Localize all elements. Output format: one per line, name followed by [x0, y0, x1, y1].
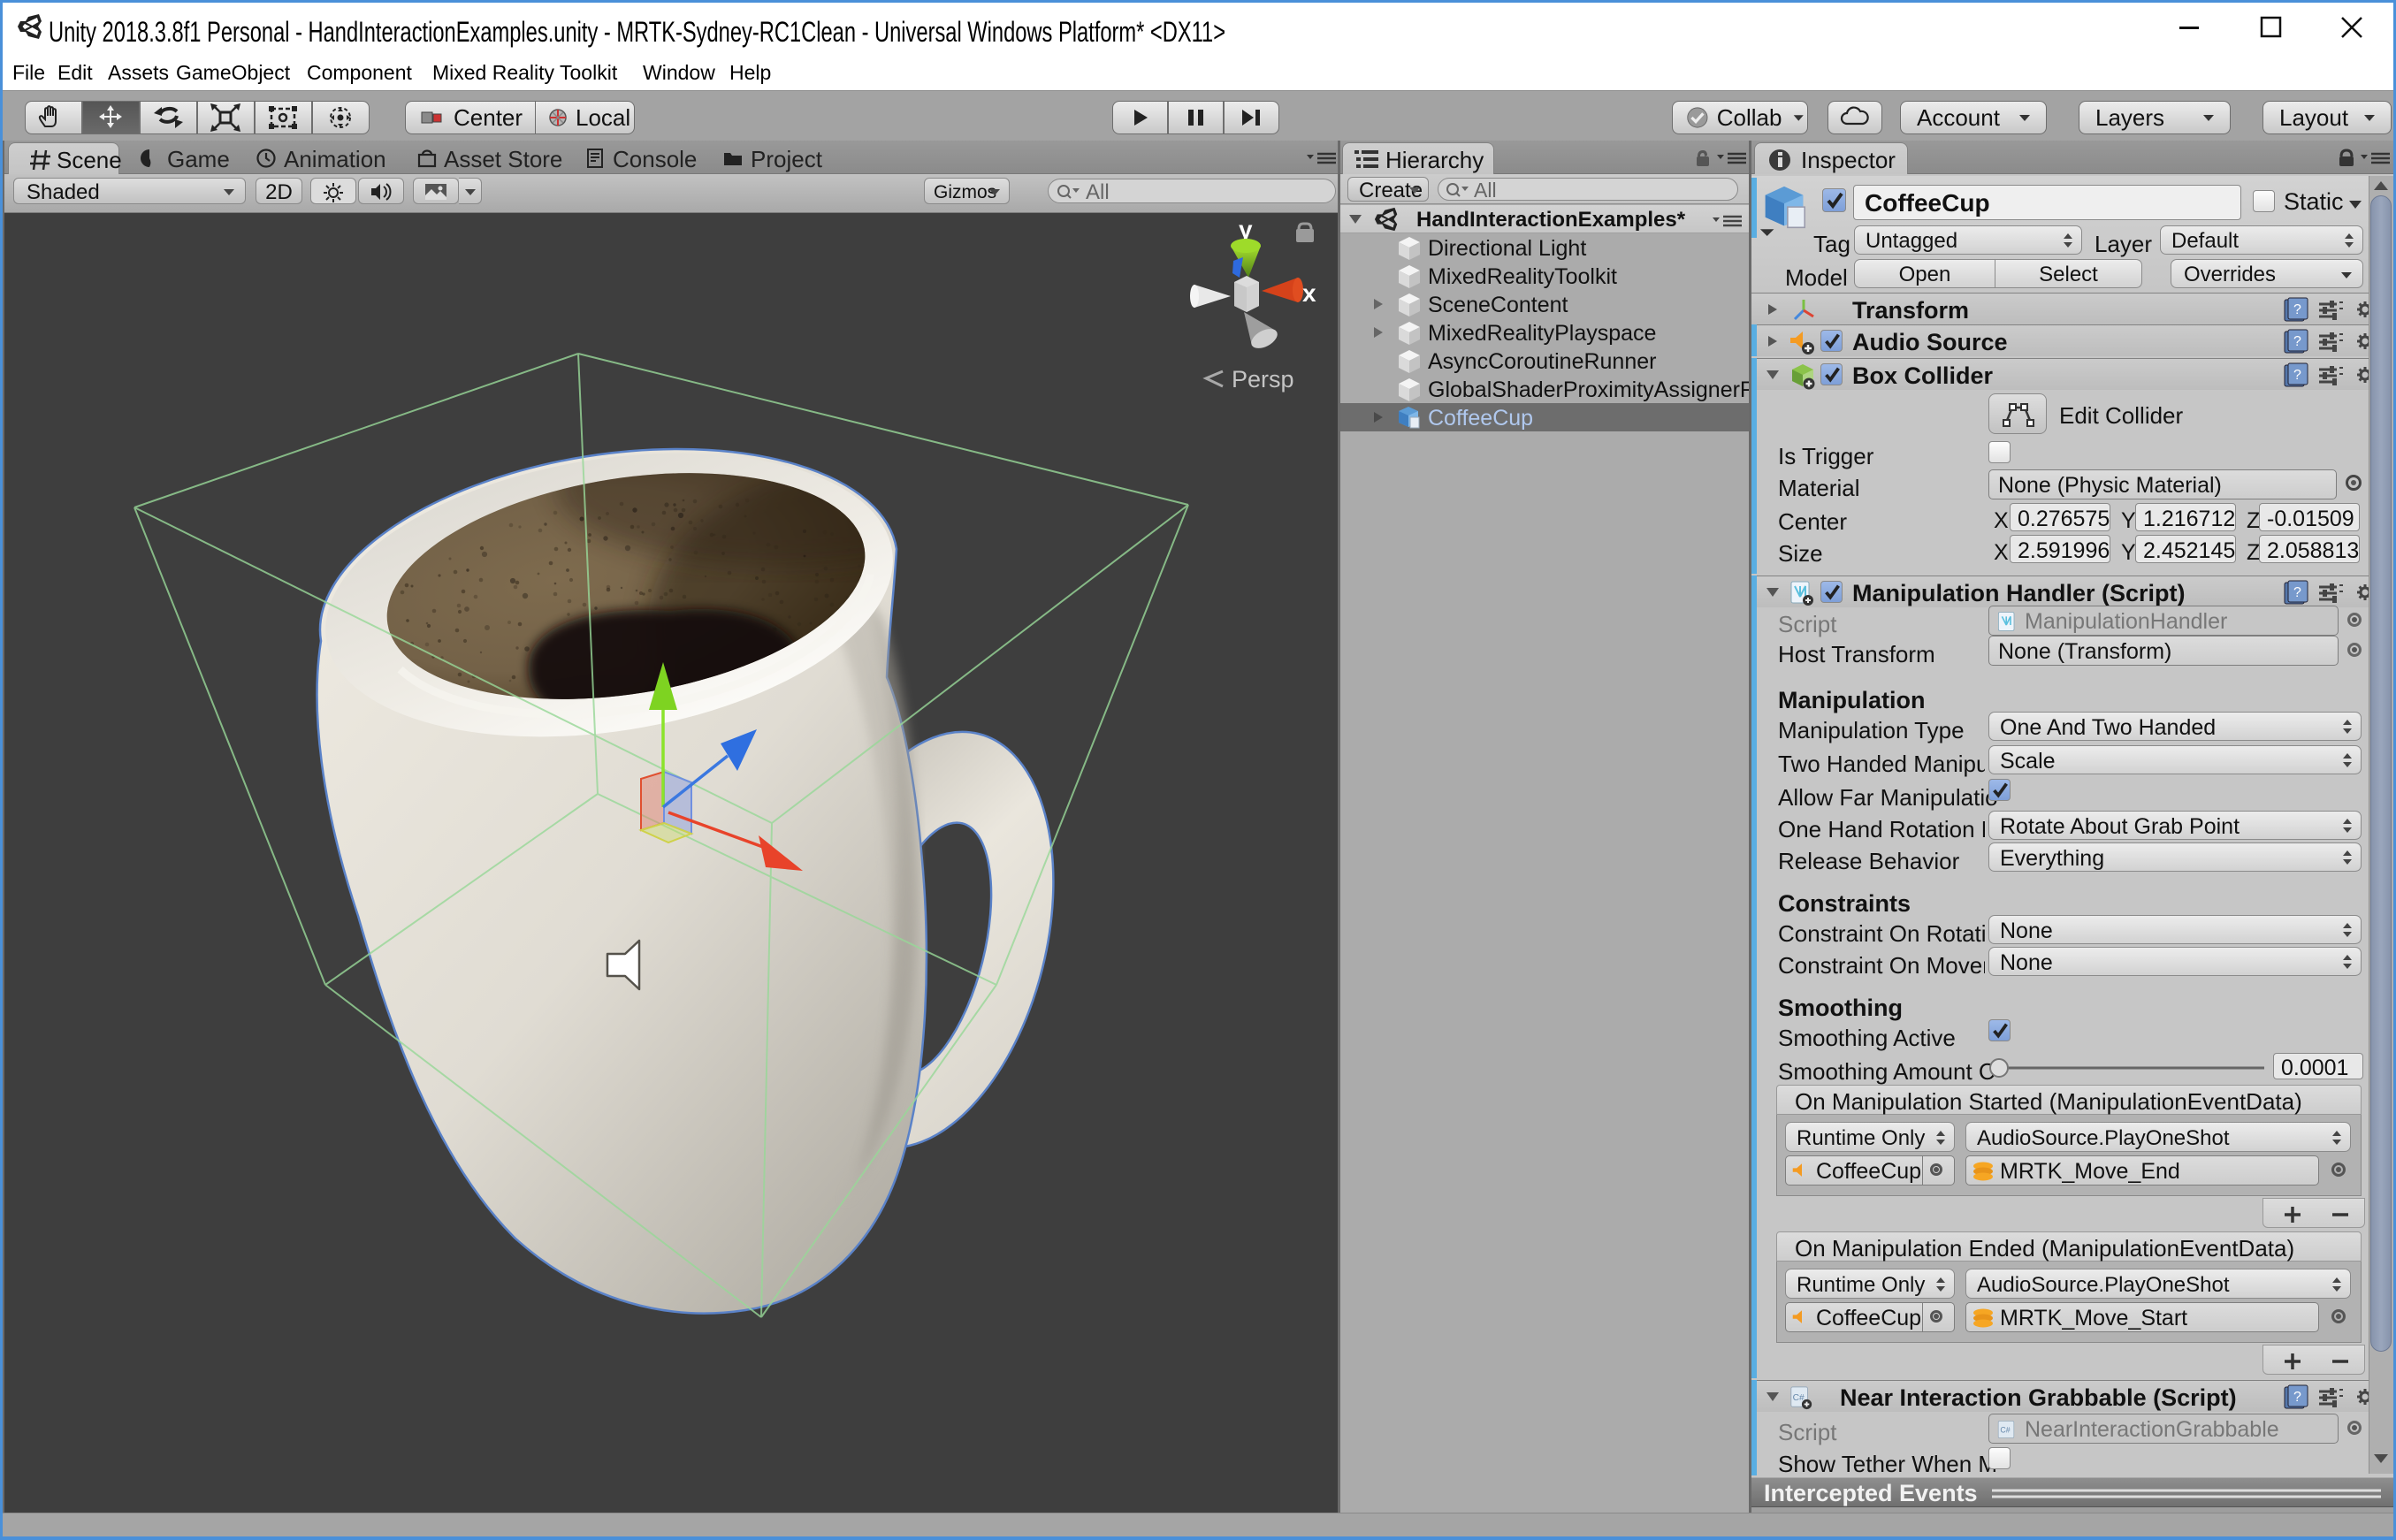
- svg-text:?: ?: [2293, 302, 2301, 317]
- svg-text:?: ?: [2293, 585, 2301, 600]
- svg-text:Persp: Persp: [1232, 366, 1294, 393]
- svg-text:?: ?: [2293, 334, 2301, 349]
- svg-text:x: x: [1302, 279, 1316, 307]
- svg-text:?: ?: [2293, 1390, 2301, 1405]
- svg-text:?: ?: [2293, 368, 2301, 383]
- svg-text:C#: C#: [2000, 1426, 2010, 1435]
